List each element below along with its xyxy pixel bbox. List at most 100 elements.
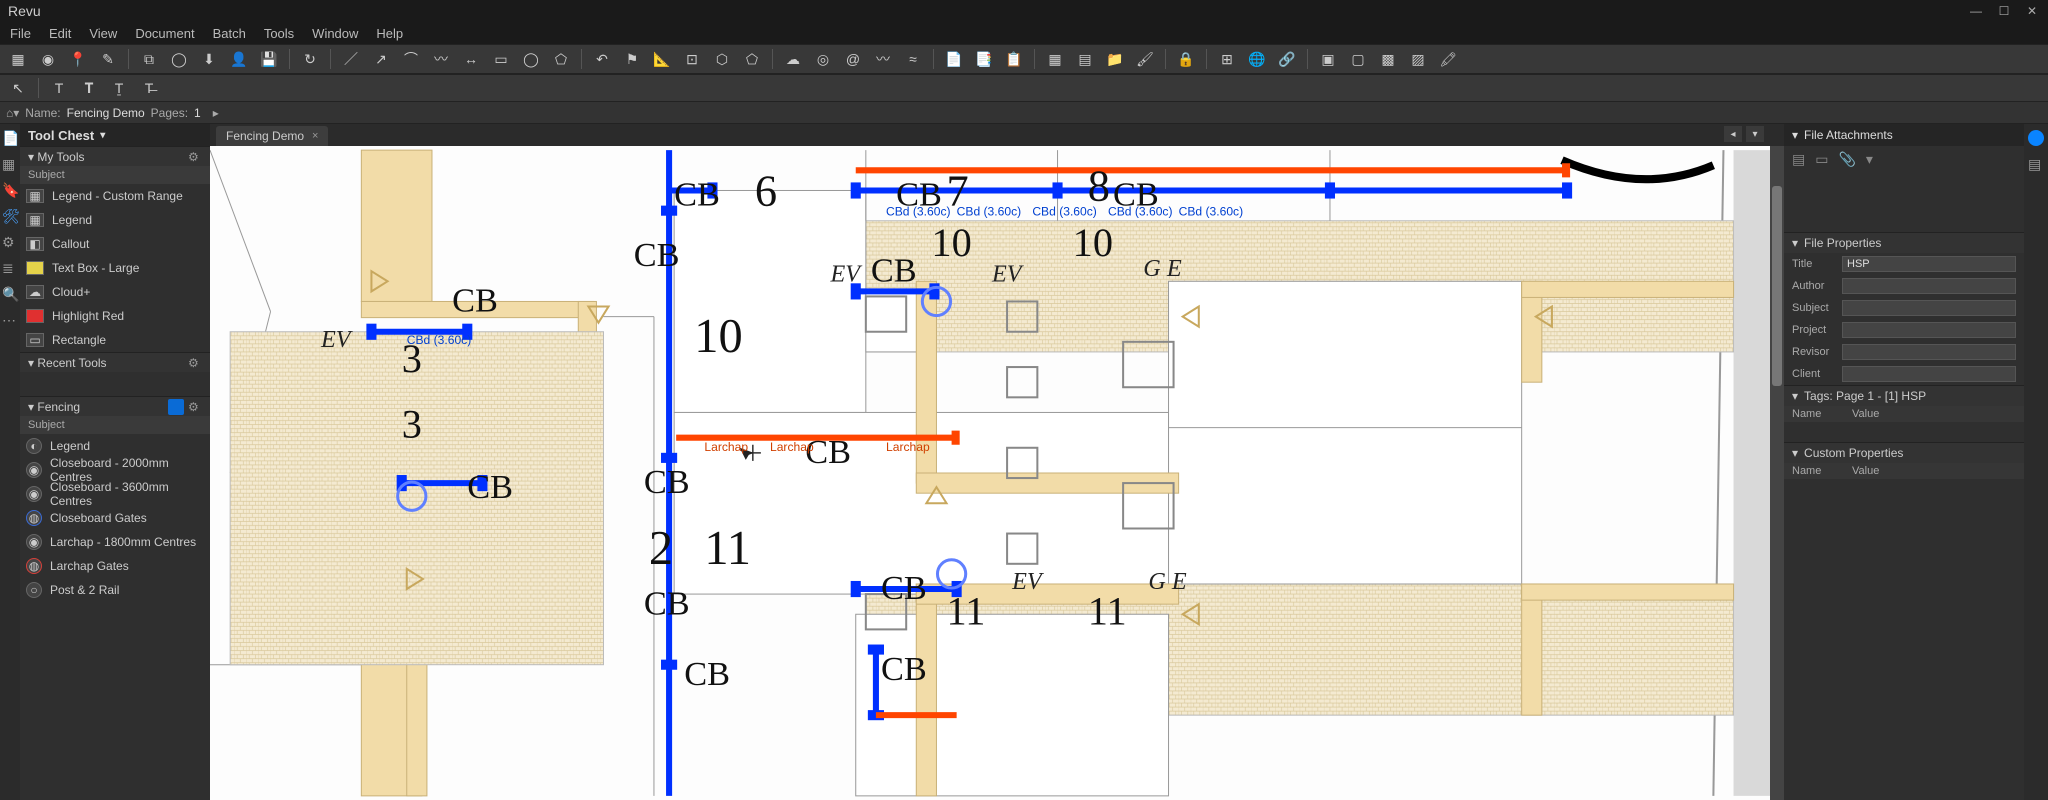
my-tools-header[interactable]: ▾ My Tools ⚙ <box>20 146 210 166</box>
doc1-icon[interactable]: 📄 <box>942 47 966 71</box>
text2-icon[interactable]: 𝐓 <box>77 76 101 100</box>
spiral-icon[interactable]: @ <box>841 47 865 71</box>
cursor-icon[interactable]: ↖ <box>6 76 30 100</box>
measure-icon[interactable]: 📐 <box>650 47 674 71</box>
rail-file-icon[interactable]: 📄 <box>2 130 18 146</box>
pen-icon[interactable]: ✎ <box>96 47 120 71</box>
arc-icon[interactable]: ⌒ <box>399 47 423 71</box>
user-icon[interactable]: 👤 <box>227 47 251 71</box>
prop-project-input[interactable] <box>1842 322 2016 338</box>
sweep-icon[interactable]: 〰 <box>871 47 895 71</box>
home-icon[interactable]: ⌂▾ <box>6 106 19 120</box>
gear-icon[interactable]: ⚙ <box>188 400 202 414</box>
fencing-post-2rail[interactable]: ○Post & 2 Rail <box>20 578 210 602</box>
highlight-icon[interactable]: 🖍 <box>1436 47 1460 71</box>
rail-thumb-icon[interactable]: ▦ <box>2 156 18 172</box>
tool-textbox-large[interactable]: Text Box - Large <box>20 256 210 280</box>
text4-icon[interactable]: T̶ <box>137 76 161 100</box>
prop-revisor-input[interactable] <box>1842 344 2016 360</box>
rail-search-icon[interactable]: 🔍 <box>2 286 18 302</box>
fencing-larchap-1800[interactable]: ◉Larchap - 1800mm Centres <box>20 530 210 554</box>
attach-pin-icon[interactable]: 📎 <box>1838 151 1855 168</box>
studio-icon[interactable] <box>2028 130 2044 146</box>
cloud-icon[interactable]: ☁ <box>781 47 805 71</box>
rail-tool-icon[interactable]: 🛠 <box>2 208 18 224</box>
prev-view-button[interactable]: ◂ <box>1724 126 1742 142</box>
fencing-closeboard-3600[interactable]: ◉Closeboard - 3600mm Centres <box>20 482 210 506</box>
fencing-header[interactable]: ▾ Fencing ⚙ <box>20 396 210 416</box>
dimension-icon[interactable]: ↔ <box>459 47 483 71</box>
vertical-scrollbar[interactable] <box>1770 146 1784 800</box>
shape1-icon[interactable]: ⬡ <box>710 47 734 71</box>
document-tab[interactable]: Fencing Demo × <box>216 126 328 146</box>
grid1-icon[interactable]: ▦ <box>1043 47 1067 71</box>
drawing-canvas[interactable]: CB CB CB CB CB CB CB CB CB CB CB CB CB 6… <box>210 146 1784 800</box>
gear-icon[interactable]: ⚙ <box>188 150 202 164</box>
prop-client-input[interactable] <box>1842 366 2016 382</box>
menu-document[interactable]: Document <box>135 26 194 41</box>
tool-callout[interactable]: ◧Callout <box>20 232 210 256</box>
undo-icon[interactable]: ↶ <box>590 47 614 71</box>
menu-help[interactable]: Help <box>376 26 403 41</box>
crop-icon[interactable]: ⊡ <box>680 47 704 71</box>
globe2-icon[interactable]: 🌐 <box>1245 47 1269 71</box>
filter-icon[interactable] <box>168 399 184 415</box>
globe-icon[interactable]: ◉ <box>36 47 60 71</box>
gear-icon[interactable]: ⚙ <box>188 356 202 370</box>
rotate-icon[interactable]: ↻ <box>298 47 322 71</box>
prop-subject-input[interactable] <box>1842 300 2016 316</box>
doc2-icon[interactable]: 📑 <box>972 47 996 71</box>
fencing-closeboard-gates[interactable]: ◍Closeboard Gates <box>20 506 210 530</box>
arrow-icon[interactable]: ↗ <box>369 47 393 71</box>
link-icon[interactable]: 🔗 <box>1275 47 1299 71</box>
menu-window[interactable]: Window <box>312 26 358 41</box>
menu-file[interactable]: File <box>10 26 31 41</box>
next-view-button[interactable]: ▾ <box>1746 126 1764 142</box>
scrollbar-thumb[interactable] <box>1772 186 1782 386</box>
tool-legend[interactable]: ▦Legend <box>20 208 210 232</box>
down-icon[interactable]: ⬇ <box>197 47 221 71</box>
shape2-icon[interactable]: ⬠ <box>740 47 764 71</box>
rail-prop2-icon[interactable]: ▤ <box>2028 156 2044 172</box>
page-nav-icon[interactable]: ▸ <box>213 106 219 120</box>
line-icon[interactable]: ／ <box>339 47 363 71</box>
menu-edit[interactable]: Edit <box>49 26 71 41</box>
menu-view[interactable]: View <box>89 26 117 41</box>
circle-icon[interactable]: ◯ <box>167 47 191 71</box>
box2-icon[interactable]: ▢ <box>1346 47 1370 71</box>
text-icon[interactable]: T <box>47 76 71 100</box>
snap-icon[interactable]: ⊞ <box>1215 47 1239 71</box>
polygon-icon[interactable]: ⬠ <box>549 47 573 71</box>
doc3-icon[interactable]: 📋 <box>1002 47 1026 71</box>
menu-batch[interactable]: Batch <box>213 26 246 41</box>
target-icon[interactable]: ◎ <box>811 47 835 71</box>
rect-icon[interactable]: ▭ <box>489 47 513 71</box>
file-attachments-header[interactable]: ▾ File Attachments <box>1784 124 2024 146</box>
attach-down-icon[interactable]: ▾ <box>1866 151 1873 168</box>
pin-icon[interactable]: 📍 <box>66 47 90 71</box>
folder-icon[interactable]: 📁 <box>1103 47 1127 71</box>
recent-tools-header[interactable]: ▾ Recent Tools ⚙ <box>20 352 210 372</box>
lock-icon[interactable]: 🔒 <box>1174 47 1198 71</box>
rail-layer-icon[interactable]: ≣ <box>2 260 18 276</box>
grid2-icon[interactable]: ▤ <box>1073 47 1097 71</box>
tool-legend-custom[interactable]: ▦Legend - Custom Range <box>20 184 210 208</box>
maximize-button[interactable]: ☐ <box>1996 3 2012 19</box>
text3-icon[interactable]: Ṯ <box>107 76 131 100</box>
rail-more-icon[interactable]: ⋯ <box>2 312 18 328</box>
wave-icon[interactable]: ≈ <box>901 47 925 71</box>
tool-cloud[interactable]: ☁Cloud+ <box>20 280 210 304</box>
prop-author-input[interactable] <box>1842 278 2016 294</box>
ellipse-icon[interactable]: ◯ <box>519 47 543 71</box>
close-tab-icon[interactable]: × <box>312 130 318 142</box>
polyline-icon[interactable]: 〰 <box>429 47 453 71</box>
attach-open-icon[interactable]: ▭ <box>1815 151 1828 168</box>
custom-properties-header[interactable]: ▾ Custom Properties <box>1784 443 2024 463</box>
box4-icon[interactable]: ▨ <box>1406 47 1430 71</box>
rail-prop-icon[interactable]: ⚙ <box>2 234 18 250</box>
rail-bookmark-icon[interactable]: 🔖 <box>2 182 18 198</box>
close-button[interactable]: ✕ <box>2024 3 2040 19</box>
tool-chest-header[interactable]: Tool Chest ▾ <box>20 124 210 146</box>
file-properties-header[interactable]: ▾ File Properties <box>1784 233 2024 253</box>
tags-header[interactable]: ▾ Tags: Page 1 - [1] HSP <box>1784 386 2024 406</box>
